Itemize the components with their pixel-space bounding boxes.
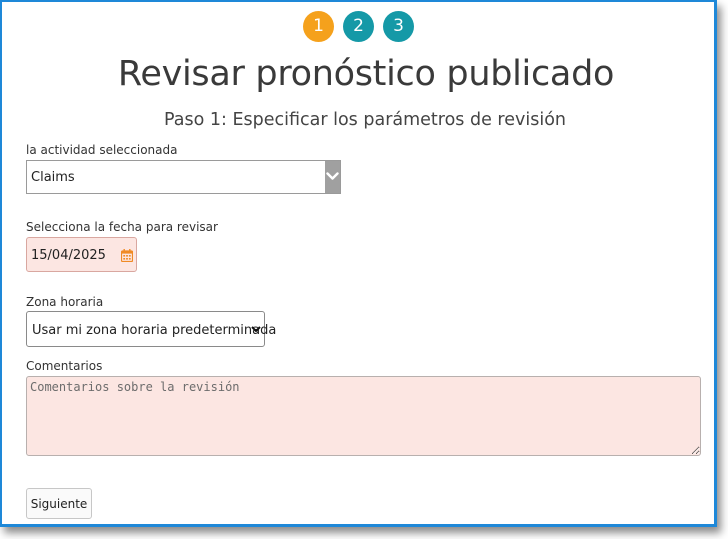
- comments-label: Comentarios: [26, 359, 103, 373]
- date-label: Selecciona la fecha para revisar: [26, 220, 218, 234]
- activity-value: Claims: [31, 170, 75, 185]
- date-value: 15/04/2025: [31, 248, 106, 263]
- timezone-value: Usar mi zona horaria predeterminada: [32, 323, 277, 338]
- wizard-steps: 1 2 3: [2, 11, 714, 43]
- calendar-icon[interactable]: [121, 249, 133, 262]
- activity-dropdown-button[interactable]: [325, 161, 340, 193]
- comments-textarea[interactable]: [26, 376, 701, 456]
- step-3-indicator[interactable]: 3: [383, 11, 414, 42]
- activity-select[interactable]: Claims: [26, 160, 341, 194]
- activity-label: la actividad seleccionada: [26, 143, 178, 157]
- step-subtitle: Paso 1: Especificar los parámetros de re…: [163, 110, 566, 130]
- chevron-down-icon: [326, 172, 339, 180]
- date-field[interactable]: 15/04/2025: [26, 237, 137, 272]
- next-button[interactable]: Siguiente: [26, 488, 92, 519]
- timezone-select[interactable]: Usar mi zona horaria predeterminada: [26, 311, 276, 347]
- wizard-panel: 1 2 3 Revisar pronóstico publicado Paso …: [0, 0, 717, 527]
- step-2-indicator[interactable]: 2: [343, 11, 374, 42]
- chevron-down-icon: [251, 326, 261, 333]
- page-title: Revisar pronóstico publicado: [117, 54, 615, 94]
- step-1-indicator[interactable]: 1: [303, 11, 334, 42]
- timezone-label: Zona horaria: [26, 295, 104, 309]
